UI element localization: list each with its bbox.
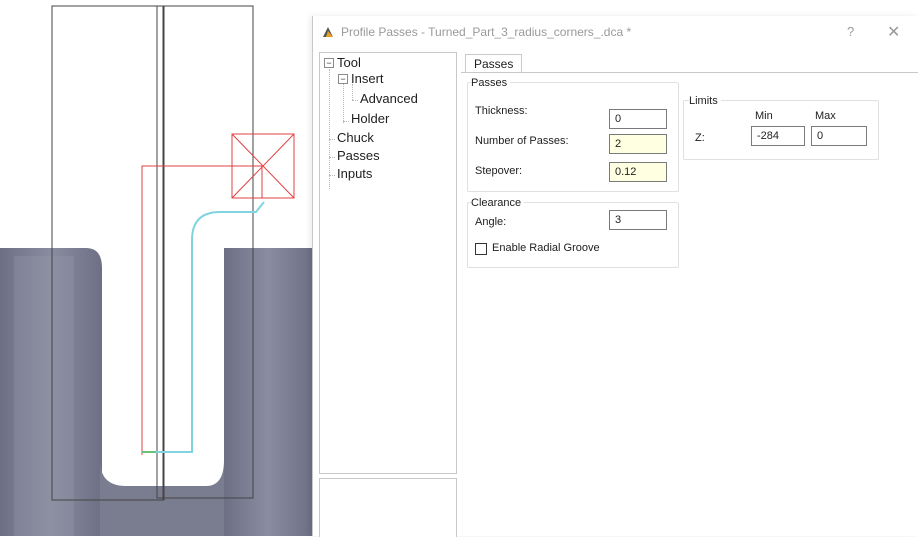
num-passes-label: Number of Passes: — [475, 135, 569, 147]
tree-item-inputs[interactable]: Inputs — [337, 166, 372, 181]
thickness-label: Thickness: — [475, 105, 528, 117]
tree-item-chuck[interactable]: Chuck — [337, 130, 374, 145]
insert-expander-icon[interactable]: − — [338, 74, 348, 84]
tree-item-insert[interactable]: Insert — [351, 71, 384, 86]
tree-item-tool[interactable]: Tool — [337, 55, 361, 70]
dialog-titlebar[interactable]: Profile Passes - Turned_Part_3_radius_co… — [313, 16, 918, 48]
tree-connector — [329, 157, 335, 158]
tree-connector — [352, 100, 358, 101]
tree-connector — [352, 84, 353, 100]
app-icon — [323, 27, 333, 37]
num-passes-input[interactable]: 2 — [609, 134, 667, 154]
tree-connector — [329, 175, 335, 176]
tree-item-passes[interactable]: Passes — [337, 148, 380, 163]
settings-content: Passes Passes Thickness: 0 Number of Pas… — [461, 52, 918, 536]
tree-item-advanced[interactable]: Advanced — [360, 91, 418, 106]
close-button[interactable]: ✕ — [887, 22, 900, 42]
radial-groove-label[interactable]: Enable Radial Groove — [492, 242, 600, 254]
z-min-input[interactable]: -284 — [751, 126, 805, 146]
tree-connector — [329, 139, 335, 140]
tab-passes[interactable]: Passes — [465, 54, 523, 73]
tool-expander-icon[interactable]: − — [324, 58, 334, 68]
stepover-input[interactable]: 0.12 — [609, 162, 667, 182]
part-highlight — [14, 256, 74, 536]
stepover-label: Stepover: — [475, 165, 523, 177]
thickness-input[interactable]: 0 — [609, 109, 667, 129]
min-header: Min — [755, 110, 773, 122]
tree-connector — [343, 121, 349, 122]
angle-label: Angle: — [475, 216, 507, 228]
tree-connector — [329, 69, 330, 189]
angle-input[interactable]: 3 — [609, 210, 667, 230]
z-max-input[interactable]: 0 — [811, 126, 867, 146]
passes-group-title: Passes — [471, 77, 511, 89]
radial-groove-checkbox[interactable] — [475, 243, 487, 255]
part-shoulder-right — [224, 248, 312, 536]
dialog-title: Profile Passes - Turned_Part_3_radius_co… — [341, 25, 632, 39]
limits-group-title: Limits — [689, 95, 721, 107]
help-button[interactable]: ? — [847, 24, 854, 39]
tree-connector — [343, 83, 344, 123]
clearance-group-title: Clearance — [471, 197, 525, 209]
profile-passes-dialog: Profile Passes - Turned_Part_3_radius_co… — [312, 16, 918, 537]
z-label: Z: — [695, 132, 705, 144]
max-header: Max — [815, 110, 836, 122]
settings-tree: − Tool − Insert Advanced Holder Chuck Pa… — [319, 52, 457, 474]
description-pane — [319, 478, 457, 537]
tab-divider — [461, 72, 918, 73]
tree-item-holder[interactable]: Holder — [351, 111, 389, 126]
